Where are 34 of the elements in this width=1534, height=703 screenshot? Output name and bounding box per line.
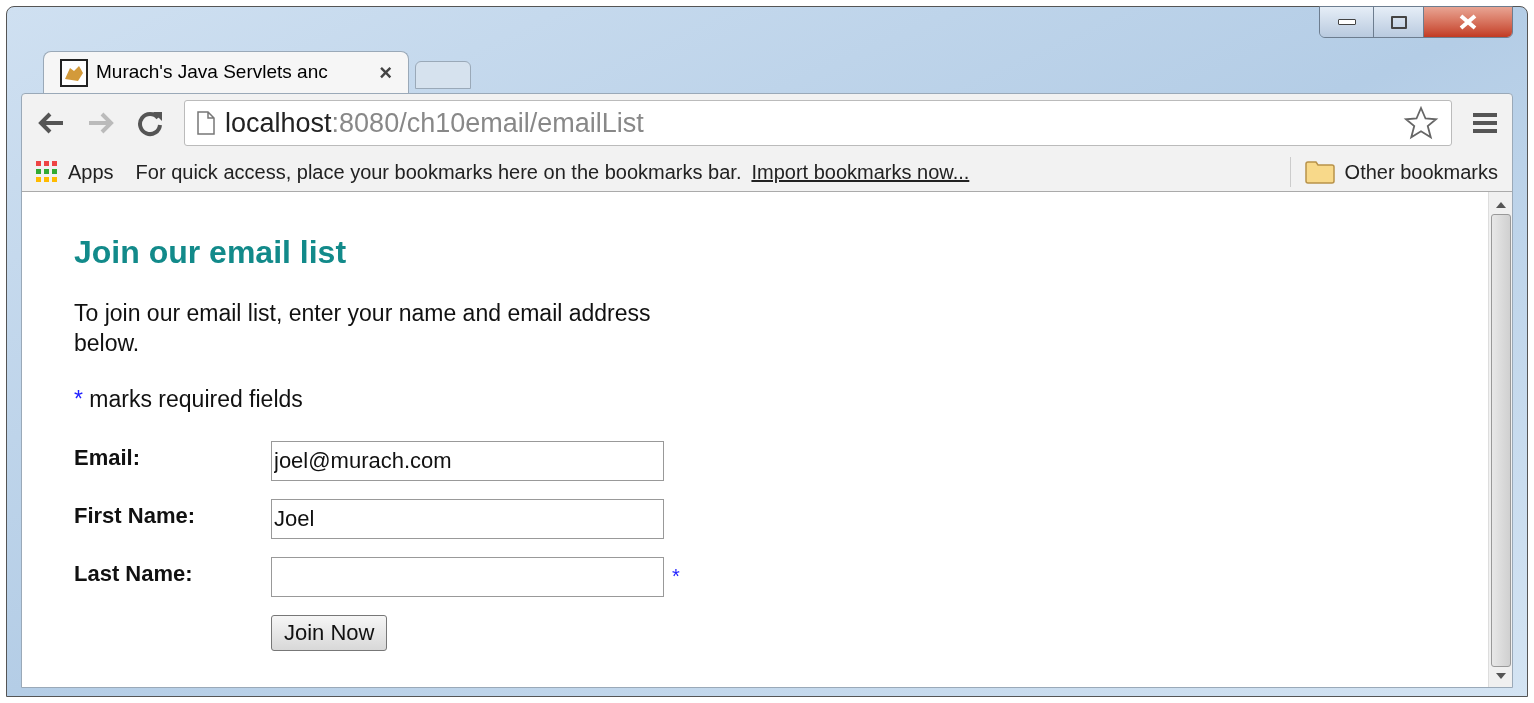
- apps-grid-icon[interactable]: [36, 160, 58, 183]
- scroll-up-icon[interactable]: [1495, 202, 1506, 208]
- tab-title: Murach's Java Servlets anc: [96, 60, 328, 85]
- other-bookmarks[interactable]: Other bookmarks: [1344, 156, 1498, 187]
- required-marker: *: [672, 563, 680, 589]
- page-icon: [197, 111, 215, 135]
- bookmarks-hint: For quick access, place your bookmarks here on the bookmarks bar.: [135, 159, 742, 185]
- field-label: First Name:: [74, 501, 197, 530]
- text-field[interactable]: Joel: [271, 498, 664, 539]
- field-label: Email:: [74, 443, 142, 472]
- page-heading: Join our email list: [74, 233, 348, 272]
- address-bar[interactable]: localhost:8080/ch10email/emailList: [184, 100, 1452, 146]
- tab-close-button[interactable]: ×: [379, 56, 392, 89]
- intro-text: To join our email list, enter your name and email address below.: [74, 299, 652, 358]
- folder-icon: [1304, 159, 1335, 184]
- apps-link[interactable]: Apps: [68, 156, 114, 187]
- scroll-down-icon[interactable]: [1495, 673, 1506, 679]
- join-now-button[interactable]: Join Now: [271, 614, 388, 651]
- minimize-button[interactable]: [1320, 7, 1374, 37]
- close-button[interactable]: [1424, 7, 1512, 37]
- menu-icon[interactable]: [1472, 111, 1498, 135]
- star-icon[interactable]: [1403, 105, 1439, 141]
- url-text: localhost:8080/ch10email/emailList: [225, 106, 644, 140]
- back-icon[interactable]: [36, 111, 66, 135]
- maximize-button[interactable]: [1374, 7, 1424, 37]
- scrollbar[interactable]: [1488, 192, 1512, 687]
- text-field[interactable]: joel@murach.com: [271, 440, 664, 481]
- text-field[interactable]: [271, 556, 664, 597]
- import-bookmarks-link[interactable]: Import bookmarks now...: [751, 156, 970, 187]
- reload-icon[interactable]: [136, 109, 164, 137]
- field-label: Last Name:: [74, 559, 194, 588]
- required-note: * marks required fields: [74, 385, 304, 414]
- browser-tab[interactable]: Murach's Java Servlets anc ×: [43, 51, 409, 93]
- close-icon: [1458, 14, 1478, 30]
